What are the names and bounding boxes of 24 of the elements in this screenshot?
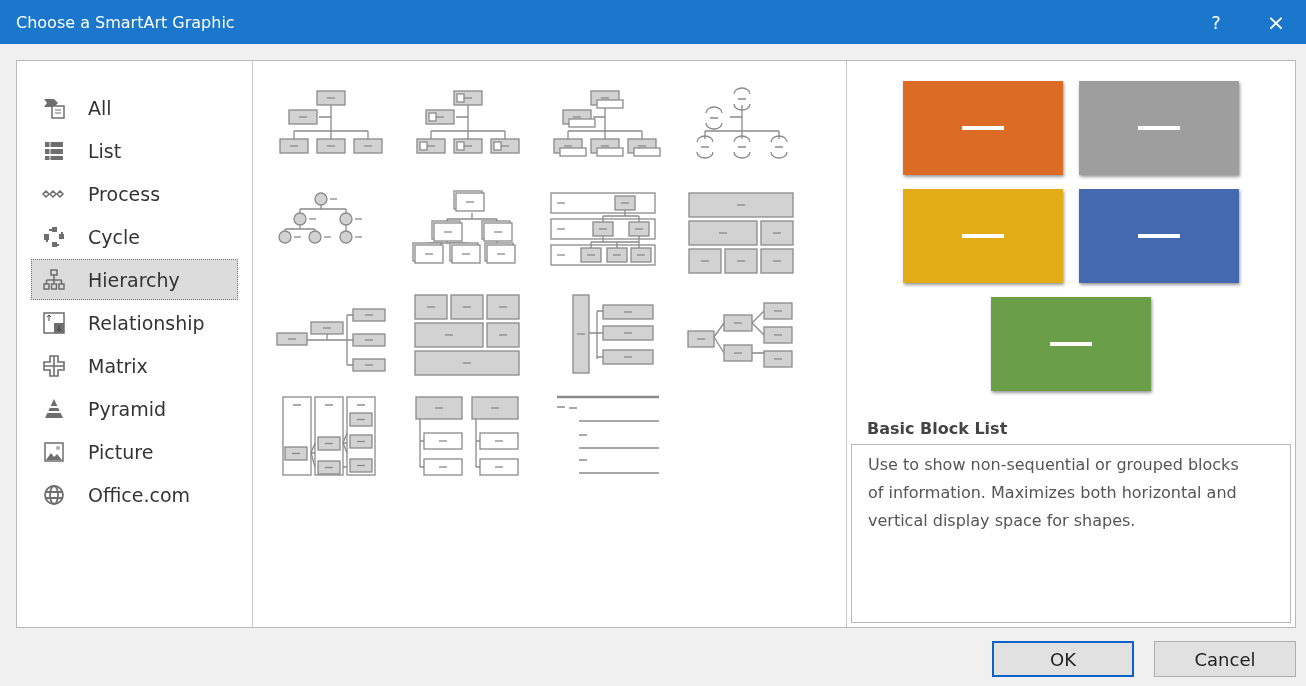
layout-name: Basic Block List: [867, 419, 1009, 438]
category-item[interactable]: Matrix: [31, 345, 238, 386]
category-item[interactable]: All: [31, 87, 238, 128]
dialog-button[interactable]: OK: [992, 641, 1134, 677]
hierarchy-icon: [42, 267, 66, 292]
category-item[interactable]: Picture: [31, 431, 238, 472]
cycle-icon: [42, 224, 66, 249]
help-button[interactable]: ?: [1186, 0, 1246, 44]
layout-description: Use to show non-sequential or grouped blocks of information. Maximizes both horizontal and vertical display space for shapes.: [851, 444, 1291, 623]
image-icon: [42, 439, 66, 464]
category-item[interactable]: Office.com: [31, 474, 238, 515]
category-item[interactable]: Cycle: [31, 216, 238, 257]
globe-icon: [42, 482, 66, 507]
relationship-icon: [42, 310, 66, 335]
window-title: Choose a SmartArt Graphic: [16, 12, 236, 32]
dialog-button[interactable]: Cancel: [1154, 641, 1296, 677]
category-item[interactable]: Hierarchy: [31, 259, 238, 300]
category-item[interactable]: Process: [31, 173, 238, 214]
category-item[interactable]: Relationship: [31, 302, 238, 343]
close-button[interactable]: ×: [1246, 0, 1306, 44]
category-item[interactable]: Pyramid: [31, 388, 238, 429]
matrix-icon: [42, 353, 66, 378]
category-item[interactable]: List: [31, 130, 238, 171]
arrows-icon: [42, 189, 66, 198]
